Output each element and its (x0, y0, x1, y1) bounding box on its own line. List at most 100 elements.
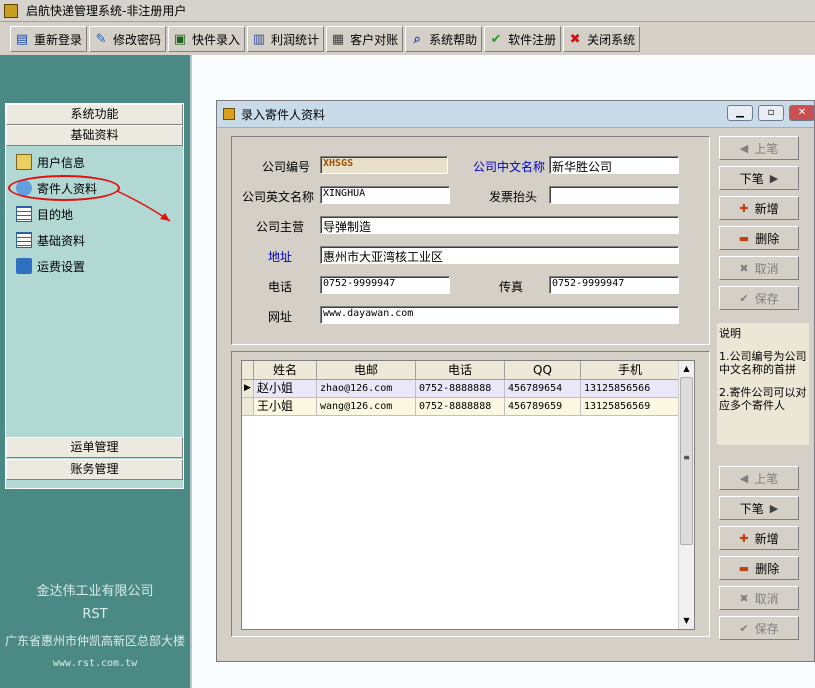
freight-icon (16, 258, 32, 274)
col-header-qq[interactable]: QQ (505, 361, 581, 380)
software-register-button[interactable]: ✔ 软件注册 (484, 26, 562, 52)
grid-next-button[interactable]: 下笔 ▶ (719, 496, 799, 520)
minus-icon: ▬ (738, 561, 750, 575)
sidebar-item-user-info[interactable]: 用户信息 (6, 149, 183, 175)
row-indicator[interactable]: ▶ (242, 380, 254, 398)
grid-cancel-button[interactable]: ✖ 取消 (719, 586, 799, 610)
invoice-field[interactable] (549, 186, 679, 204)
phone-field[interactable]: 0752-9999947 (320, 276, 450, 294)
grid-delete-button[interactable]: ▬ 删除 (719, 556, 799, 580)
table-cell[interactable]: 0752-8888888 (416, 380, 505, 398)
col-header-phone[interactable]: 电话 (416, 361, 505, 380)
minus-icon: ▬ (738, 231, 750, 245)
package-entry-button[interactable]: ▣ 快件录入 (168, 26, 246, 52)
col-header-mobile[interactable]: 手机 (581, 361, 680, 380)
plus-icon: ✚ (739, 531, 749, 545)
table-cell[interactable]: 456789659 (505, 398, 581, 416)
sender-dialog: 录入寄件人资料 ▁ ▫ ✕ 公司编号 XHSGS 公司中文名称 新华胜公司 公司… (216, 100, 815, 662)
close-system-button[interactable]: ✖ 关闭系统 (563, 26, 641, 52)
save-button[interactable]: ✔ 保存 (719, 286, 799, 310)
delete-button[interactable]: ▬ 删除 (719, 226, 799, 250)
annotation-arrow (116, 190, 171, 222)
cancel-button[interactable]: ✖ 取消 (719, 256, 799, 280)
nav-header-system[interactable]: 系统功能 (6, 104, 183, 125)
window-title: 启航快递管理系统-非注册用户 (26, 4, 187, 18)
table-cell[interactable]: 0752-8888888 (416, 398, 505, 416)
prev-record-button[interactable]: ◀ 上笔 (719, 136, 799, 160)
col-header-email[interactable]: 电邮 (317, 361, 416, 380)
scroll-up-icon[interactable]: ▲ (679, 361, 694, 377)
nav-header-accounts[interactable]: 账务管理 (6, 459, 183, 480)
profit-stats-icon: ▥ (252, 31, 266, 47)
dialog-icon (223, 108, 235, 120)
web-field[interactable]: www.dayawan.com (320, 306, 679, 324)
company-code-field[interactable]: XHSGS (320, 156, 448, 174)
table-cell[interactable]: 13125856569 (581, 398, 680, 416)
table-cell[interactable]: wang@126.com (317, 398, 416, 416)
row-indicator-header (242, 361, 254, 380)
grid-save-button[interactable]: ✔ 保存 (719, 616, 799, 640)
note-title: 说明 (719, 327, 741, 340)
next-record-button[interactable]: 下笔 ▶ (719, 166, 799, 190)
profit-stats-button[interactable]: ▥ 利润统计 (247, 26, 325, 52)
grid-prev-button[interactable]: ◀ 上笔 (719, 466, 799, 490)
check-icon: ✔ (739, 291, 749, 305)
sidebar-item-basic-data[interactable]: 基础资料 (6, 227, 183, 253)
table-cell[interactable]: 13125856566 (581, 380, 680, 398)
dialog-titlebar: 录入寄件人资料 (217, 101, 814, 128)
company-code-label: 公司编号 (262, 160, 311, 174)
nav-panel: 系统功能 基础资料 用户信息 寄件人资料 目的地 基础资料 运费设置 运单管理 … (5, 103, 184, 489)
company-cn-label: 公司中文名称 (473, 160, 546, 174)
minimize-button[interactable]: ▁ (727, 105, 753, 121)
check-icon: ✔ (739, 621, 749, 635)
form-panel: 公司编号 XHSGS 公司中文名称 新华胜公司 公司英文名称 XINGHUA 发… (231, 136, 710, 345)
help-icon: ⌕ (413, 31, 421, 47)
nav-header-basic[interactable]: 基础资料 (6, 125, 183, 146)
row-indicator[interactable] (242, 398, 254, 416)
scroll-down-icon[interactable]: ▼ (679, 613, 694, 629)
grid-add-button[interactable]: ✚ 新增 (719, 526, 799, 550)
add-button[interactable]: ✚ 新增 (719, 196, 799, 220)
table-cell[interactable]: 赵小姐 (254, 380, 317, 398)
plus-icon: ✚ (739, 201, 749, 215)
customer-reconcile-button[interactable]: ▦ 客户对账 (326, 26, 404, 52)
address-field[interactable]: 惠州市大亚湾核工业区 (320, 246, 679, 264)
business-label: 公司主营 (256, 220, 305, 234)
relogin-button[interactable]: ▤ 重新登录 (10, 26, 88, 52)
maximize-button[interactable]: ▫ (758, 105, 784, 121)
footer-company: 金达伟工业有限公司 (36, 584, 154, 599)
fax-label: 传真 (499, 280, 524, 294)
nav-header-waybill[interactable]: 运单管理 (6, 437, 183, 458)
system-help-button[interactable]: ⌕ 系统帮助 (405, 26, 483, 52)
grid-scrollbar[interactable]: ▲ ≡ ▼ (678, 361, 694, 629)
next-icon: ▶ (769, 501, 779, 515)
contacts-grid: 姓名 电邮 电话 QQ 手机 ▶ 赵小姐 zhao@126.com 0752-8… (241, 360, 695, 630)
footer-website: www.rst.com.tw (52, 658, 138, 669)
main-toolbar: ▤ 重新登录 ✎ 修改密码 ▣ 快件录入 ▥ 利润统计 ▦ 客户对账 ⌕ 系统帮助 ✔ 软件注… (0, 24, 815, 54)
prev-icon: ◀ (739, 471, 749, 485)
sidebar: 系统功能 基础资料 用户信息 寄件人资料 目的地 基础资料 运费设置 运单管理 … (0, 55, 190, 688)
table-cell[interactable]: 王小姐 (254, 398, 317, 416)
footer-address: 广东省惠州市仲凯高新区总部大楼 (4, 634, 185, 648)
sidebar-item-freight[interactable]: 运费设置 (6, 253, 183, 279)
fax-field[interactable]: 0752-9999947 (549, 276, 679, 294)
pencil-icon (16, 154, 32, 170)
company-en-field[interactable]: XINGHUA (320, 186, 450, 204)
note-line-1: 1.公司编号为公司中文名称的首拼 (719, 350, 807, 376)
company-en-label: 公司英文名称 (242, 190, 315, 204)
edit-password-icon: ✎ (95, 31, 107, 47)
company-cn-field[interactable]: 新华胜公司 (549, 156, 679, 174)
x-icon: ✖ (739, 261, 749, 275)
table-cell[interactable]: 456789654 (505, 380, 581, 398)
next-icon: ▶ (769, 171, 779, 185)
package-entry-icon: ▣ (173, 31, 187, 47)
note-line-2: 2.寄件公司可以对应多个寄件人 (719, 386, 807, 412)
scroll-thumb[interactable]: ≡ (680, 377, 693, 545)
invoice-label: 发票抬头 (489, 190, 538, 204)
business-field[interactable]: 导弹制造 (320, 216, 679, 234)
change-password-button[interactable]: ✎ 修改密码 (89, 26, 167, 52)
dialog-close-button[interactable]: ✕ (789, 105, 815, 121)
col-header-name[interactable]: 姓名 (254, 361, 317, 380)
window-titlebar: 启航快递管理系统-非注册用户 (0, 0, 815, 22)
table-cell[interactable]: zhao@126.com (317, 380, 416, 398)
